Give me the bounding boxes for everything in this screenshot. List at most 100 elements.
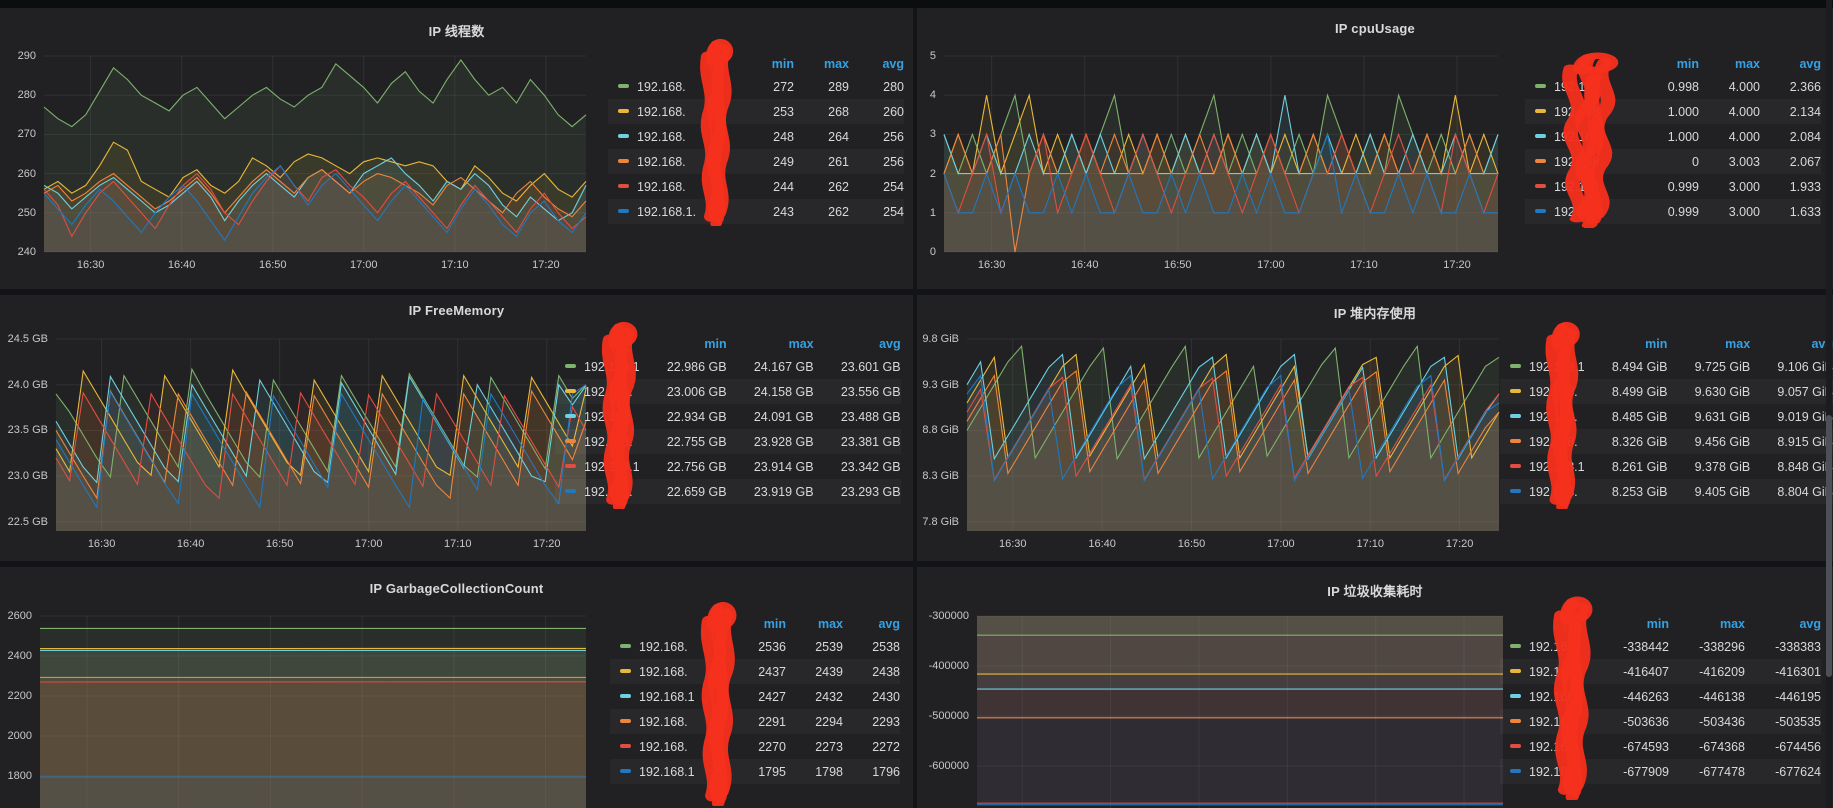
legend-color-swatch xyxy=(1510,694,1521,698)
legend-row: 192.168.229122942293 xyxy=(610,709,900,734)
legend-min-value: 22.934 GB xyxy=(640,404,727,429)
legend-series-label[interactable]: 192.168. xyxy=(1525,124,1638,149)
chart-canvas-gctime[interactable] xyxy=(977,616,1503,808)
legend-header-max[interactable]: max xyxy=(1669,613,1745,634)
chart-threads[interactable] xyxy=(44,56,586,252)
legend-series-label[interactable]: 192.168. xyxy=(608,74,739,99)
panel-title[interactable]: IP FreeMemory xyxy=(0,303,913,318)
chart-canvas-freememory[interactable] xyxy=(56,339,586,531)
legend-series-label[interactable]: 192.168.1 xyxy=(610,759,729,784)
legend-header-max[interactable]: max xyxy=(1667,333,1750,354)
legend-header-max[interactable]: max xyxy=(794,53,849,74)
legend-color-swatch xyxy=(565,414,576,418)
legend-series-label[interactable]: 192.168. xyxy=(608,99,739,124)
panel-title[interactable]: IP 线程数 xyxy=(0,21,913,40)
legend-min-value: 22.755 GB xyxy=(640,429,727,454)
legend-series-label[interactable]: 192.168. xyxy=(1500,659,1593,684)
legend-max-value: 4.000 xyxy=(1699,99,1760,124)
legend-series-label[interactable]: 192.168. xyxy=(610,659,729,684)
legend-series-label[interactable]: 192.168. xyxy=(1500,734,1593,759)
chart-freememory[interactable] xyxy=(56,339,586,531)
legend-series-label[interactable]: 192.168. xyxy=(1500,634,1593,659)
legend-series-name: 192.168. xyxy=(584,435,633,449)
legend-series-label[interactable]: 192.168. xyxy=(610,709,729,734)
legend-series-label[interactable]: 192.168. xyxy=(1525,149,1638,174)
legend-series-label[interactable]: 192.168. xyxy=(1500,404,1585,429)
chart-canvas-gccount[interactable] xyxy=(40,616,586,808)
legend-header-min[interactable]: min xyxy=(1638,53,1699,74)
panel-title[interactable]: IP GarbageCollectionCount xyxy=(0,581,913,596)
chart-gccount[interactable] xyxy=(40,616,586,808)
legend-header-min[interactable]: min xyxy=(729,613,786,634)
legend-max-value: 261 xyxy=(794,149,849,174)
legend-header-max[interactable]: max xyxy=(1699,53,1760,74)
legend-series-label[interactable]: 192.168.1 xyxy=(1500,454,1585,479)
chart-canvas-cpu[interactable] xyxy=(944,56,1498,252)
page-scrollbar[interactable] xyxy=(1826,0,1832,808)
legend-header-max[interactable]: max xyxy=(727,333,814,354)
legend-series-label[interactable]: 192.168. xyxy=(1500,379,1585,404)
chart-gctime[interactable] xyxy=(977,616,1503,808)
legend-header-avg[interactable]: avg xyxy=(849,53,904,74)
panel-heap: IP 堆内存使用9.8 GiB9.3 GiB8.8 GiB8.3 GiB7.8 … xyxy=(917,295,1833,561)
legend-series-label[interactable]: 192.168.1 xyxy=(555,454,640,479)
legend-series-label[interactable]: 192.168. xyxy=(1500,479,1585,504)
legend-min-value: -503636 xyxy=(1593,709,1669,734)
legend-series-label[interactable]: 192.168. xyxy=(555,429,640,454)
legend-series-label[interactable]: 192.168. xyxy=(1525,74,1638,99)
legend-min-value: 22.986 GB xyxy=(640,354,727,379)
legend-series-label[interactable]: 192.168.1 xyxy=(1500,354,1585,379)
legend-avg-value: 254 xyxy=(849,174,904,199)
legend-header-min[interactable]: min xyxy=(1585,333,1668,354)
legend-series-label[interactable]: 192.168. xyxy=(555,479,640,504)
legend-header-avg[interactable]: avg xyxy=(814,333,901,354)
legend-series-label[interactable]: 192.168.1 xyxy=(555,354,640,379)
chart-cpu[interactable] xyxy=(944,56,1498,252)
legend-series-label[interactable]: 192.168.1. xyxy=(608,199,739,224)
legend-avg-value: 23.601 GB xyxy=(814,354,901,379)
legend-series-label[interactable]: 192.168. xyxy=(1525,174,1638,199)
legend-header-spacer xyxy=(1525,53,1638,74)
legend-series-label[interactable]: 192.168. xyxy=(610,634,729,659)
legend-min-value: 2536 xyxy=(729,634,786,659)
x-axis-label: 16:40 xyxy=(177,538,205,550)
legend-series-label[interactable]: 192.168. xyxy=(1500,429,1585,454)
y-axis-label: 270 xyxy=(18,128,36,140)
chart-heap[interactable] xyxy=(967,339,1499,531)
legend-series-label[interactable]: 192.168. xyxy=(608,149,739,174)
legend-avg-value: 280 xyxy=(849,74,904,99)
legend-series-label[interactable]: 192.168. xyxy=(555,379,640,404)
legend-header-avg[interactable]: avg xyxy=(1760,53,1821,74)
legend-series-label[interactable]: 192.168. xyxy=(610,734,729,759)
legend-header-min[interactable]: min xyxy=(1593,613,1669,634)
legend-header-avg[interactable]: avg xyxy=(1750,333,1833,354)
legend-row: 192.168.-446263-446138-446195 xyxy=(1500,684,1821,709)
legend-header-min[interactable]: min xyxy=(739,53,794,74)
legend-series-label[interactable]: 192.168. xyxy=(1525,199,1638,224)
chart-canvas-threads[interactable] xyxy=(44,56,586,252)
legend-series-label[interactable]: 192.168.1 xyxy=(610,684,729,709)
panel-title[interactable]: IP cpuUsage xyxy=(917,21,1833,36)
scrollbar-thumb[interactable] xyxy=(1826,415,1832,677)
legend-header-spacer xyxy=(610,613,729,634)
legend-header-row: minmaxavg xyxy=(1525,53,1821,74)
legend-series-name: 192.168. xyxy=(637,180,686,194)
legend-series-name: 192.168. xyxy=(637,105,686,119)
legend-header-avg[interactable]: avg xyxy=(1745,613,1821,634)
legend-series-label[interactable]: 192.168. xyxy=(1500,759,1593,784)
x-axis-label: 17:20 xyxy=(532,259,560,271)
legend-series-label[interactable]: 192.168. xyxy=(1500,709,1593,734)
legend-avg-value: 2.084 xyxy=(1760,124,1821,149)
legend-series-label[interactable]: 192.168. xyxy=(608,174,739,199)
panel-title[interactable]: IP 垃圾收集耗时 xyxy=(917,581,1833,600)
legend-avg-value: 9.019 GiB xyxy=(1750,404,1833,429)
legend-series-label[interactable]: 192.168. xyxy=(1525,99,1638,124)
legend-series-label[interactable]: 192.168. xyxy=(1500,684,1593,709)
legend-header-avg[interactable]: avg xyxy=(843,613,900,634)
chart-canvas-heap[interactable] xyxy=(967,339,1499,531)
legend-header-min[interactable]: min xyxy=(640,333,727,354)
panel-title[interactable]: IP 堆内存使用 xyxy=(917,303,1833,322)
legend-series-label[interactable]: 192.168. xyxy=(555,404,640,429)
legend-series-label[interactable]: 192.168. xyxy=(608,124,739,149)
legend-header-max[interactable]: max xyxy=(786,613,843,634)
